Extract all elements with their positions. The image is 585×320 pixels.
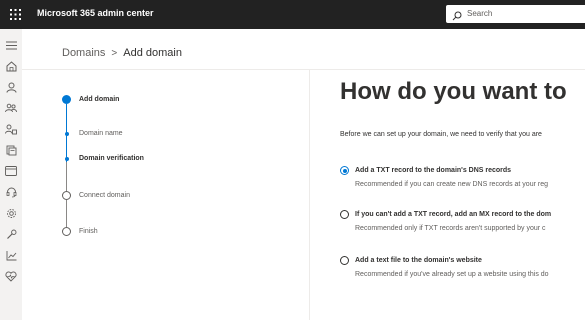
nav-rail (0, 29, 22, 320)
radio-txt-record[interactable] (340, 166, 349, 175)
option-mx-record-description: Recommended only if TXT records aren't s… (355, 225, 546, 232)
search-placeholder: Search (467, 9, 493, 18)
header-divider (22, 69, 585, 70)
app-launcher-icon[interactable] (0, 0, 31, 29)
option-text-file-description: Recommended if you've already set up a w… (355, 271, 549, 278)
step-connector (66, 162, 67, 191)
substep-current-marker (64, 157, 69, 161)
health-icon[interactable] (5, 270, 17, 282)
settings-icon[interactable] (5, 207, 17, 219)
page-title: How do you want to (340, 78, 567, 105)
groups-icon[interactable] (5, 102, 17, 114)
option-text-file-title[interactable]: Add a text file to the domain's website (355, 257, 482, 264)
hamburger-icon[interactable] (5, 39, 17, 51)
home-icon[interactable] (5, 60, 17, 72)
step-domain-name: Domain name (79, 130, 123, 137)
step-add-domain: Add domain (79, 96, 120, 103)
breadcrumb-domains-link[interactable]: Domains (62, 47, 105, 59)
radio-text-file[interactable] (340, 256, 349, 265)
step-current-marker (62, 95, 71, 104)
setup-icon[interactable] (5, 228, 17, 240)
breadcrumb: Domains > Add domain (62, 47, 182, 59)
breadcrumb-separator: > (111, 47, 118, 59)
billing-icon[interactable] (5, 144, 17, 156)
step-upcoming-marker (62, 191, 71, 200)
reports-icon[interactable] (5, 249, 17, 261)
user-icon[interactable] (5, 81, 17, 93)
app-title[interactable]: Microsoft 365 admin center (37, 8, 154, 18)
intro-text: Before we can set up your domain, we nee… (340, 131, 542, 138)
search-input[interactable]: Search (446, 5, 585, 23)
step-connector (66, 200, 67, 227)
option-mx-record-title[interactable]: If you can't add a TXT record, add an MX… (355, 211, 551, 218)
top-bar: Microsoft 365 admin center Search (0, 0, 585, 29)
option-txt-record-title[interactable]: Add a TXT record to the domain's DNS rec… (355, 167, 511, 174)
support-icon[interactable] (5, 186, 17, 198)
option-txt-record-description: Recommended if you can create new DNS re… (355, 181, 548, 188)
step-connect-domain: Connect domain (79, 192, 130, 199)
radio-mx-record[interactable] (340, 210, 349, 219)
resources-icon[interactable] (5, 165, 17, 177)
panel-divider (309, 70, 310, 320)
step-upcoming-marker (62, 227, 71, 236)
search-icon (452, 8, 462, 26)
roles-icon[interactable] (5, 123, 17, 135)
substep-marker (64, 132, 69, 136)
breadcrumb-current: Add domain (123, 47, 182, 59)
step-finish: Finish (79, 228, 98, 235)
step-domain-verification: Domain verification (79, 155, 144, 162)
